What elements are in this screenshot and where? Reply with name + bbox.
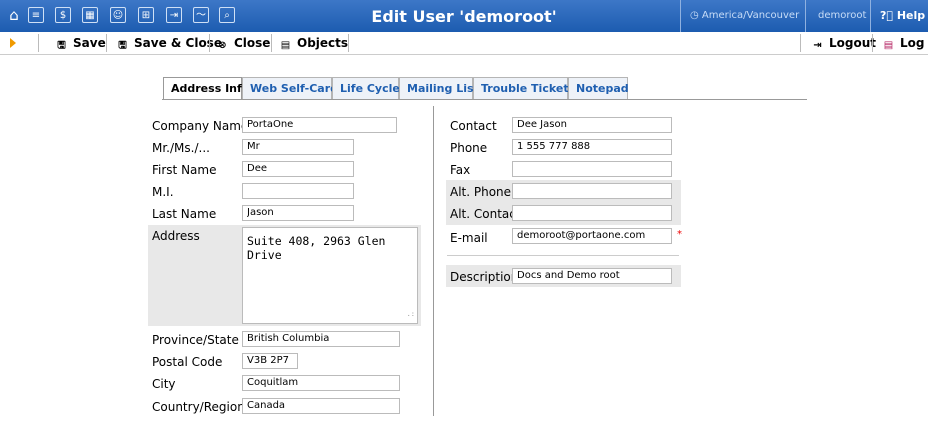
province-field[interactable]: [242, 331, 400, 347]
menu-arrow-icon[interactable]: [10, 38, 16, 48]
separator: [38, 34, 39, 52]
tab-address-info[interactable]: Address Info: [163, 77, 249, 100]
description-field[interactable]: [512, 268, 672, 284]
title-label: Mr./Ms./...: [152, 141, 210, 155]
middle-initial-label: M.I.: [152, 185, 174, 199]
save-close-button[interactable]: 🖫 Save & Close: [117, 32, 222, 54]
country-label: Country/Region: [152, 400, 245, 414]
phone-label: Phone: [450, 141, 488, 155]
user-link[interactable]: demoroot: [818, 10, 866, 21]
timezone-link[interactable]: ◷ America/Vancouver: [690, 10, 799, 21]
alt-phone-label: Alt. Phone: [450, 185, 512, 199]
column-divider: [433, 106, 434, 416]
fax-label: Fax: [450, 163, 471, 177]
close-button[interactable]: ⊗ Close: [217, 32, 270, 54]
tab-underline: [162, 99, 807, 100]
last-name-label: Last Name: [152, 207, 217, 221]
tab-mailing-list[interactable]: Mailing List: [399, 77, 479, 99]
action-toolbar: 🖫 Save 🖫 Save & Close ⊗ Close ▤ Objects ⇥ Log…: [0, 32, 928, 55]
separator: [870, 0, 871, 32]
separator: [680, 0, 681, 32]
title-field[interactable]: [242, 139, 354, 155]
company-name-field[interactable]: [242, 117, 397, 133]
help-icon: ?⃞: [880, 9, 897, 22]
first-name-label: First Name: [152, 163, 217, 177]
separator: [872, 34, 873, 52]
city-label: City: [152, 377, 176, 391]
separator: [800, 34, 801, 52]
resize-grip-icon[interactable]: .:: [407, 307, 415, 321]
separator: [209, 34, 210, 52]
floppy-icon: 🖫: [118, 40, 127, 51]
description-label: Description: [450, 270, 519, 284]
separator: [348, 34, 349, 52]
email-label: E-mail: [450, 231, 488, 245]
log-icon: ▤: [883, 40, 894, 51]
help-link[interactable]: ?⃞ Help: [880, 9, 925, 22]
first-name-field[interactable]: [242, 161, 354, 177]
separator: [106, 34, 107, 52]
objects-icon: ▤: [280, 40, 291, 51]
alt-contact-label: Alt. Contact: [450, 207, 521, 221]
separator: [271, 34, 272, 52]
alt-contact-field[interactable]: [512, 205, 672, 221]
middle-initial-field[interactable]: [242, 183, 354, 199]
last-name-field[interactable]: [242, 205, 354, 221]
address-label: Address: [152, 229, 200, 243]
floppy-icon: 🖫: [57, 40, 66, 51]
separator: [805, 0, 806, 32]
company-name-label: Company Name: [152, 119, 249, 133]
section-divider: [447, 255, 679, 256]
postal-code-label: Postal Code: [152, 355, 223, 369]
top-header-bar: ⌂ ≡ $ ▦ ☺ ⊞ ⇥ 〜 ⌕ Edit User 'demoroot' ◷…: [0, 0, 928, 32]
tab-notepad[interactable]: Notepad: [568, 77, 629, 99]
tab-life-cycle[interactable]: Life Cycle: [332, 77, 400, 99]
required-marker: *: [677, 229, 682, 240]
fax-field[interactable]: [512, 161, 672, 177]
save-button[interactable]: 🖫 Save: [56, 32, 105, 54]
logout-icon: ⇥: [813, 40, 822, 51]
objects-button[interactable]: ▤ Objects: [280, 32, 348, 54]
logout-button[interactable]: ⇥ Logout: [812, 32, 876, 54]
close-icon: ⊗: [218, 40, 227, 51]
contact-label: Contact: [450, 119, 497, 133]
city-field[interactable]: [242, 375, 400, 391]
postal-code-field[interactable]: [242, 353, 298, 369]
country-field[interactable]: [242, 398, 400, 414]
alt-phone-field[interactable]: [512, 183, 672, 199]
tab-web-self-care[interactable]: Web Self-Care: [242, 77, 338, 99]
phone-field[interactable]: [512, 139, 672, 155]
contact-field[interactable]: [512, 117, 672, 133]
log-button[interactable]: ▤ Log: [883, 32, 925, 54]
address-textarea[interactable]: Suite 408, 2963 Glen Drive .:: [242, 227, 418, 324]
email-field[interactable]: [512, 228, 672, 244]
clock-icon: ◷: [690, 10, 702, 21]
tab-trouble-tickets[interactable]: Trouble Tickets: [473, 77, 575, 99]
province-label: Province/State: [152, 333, 239, 347]
